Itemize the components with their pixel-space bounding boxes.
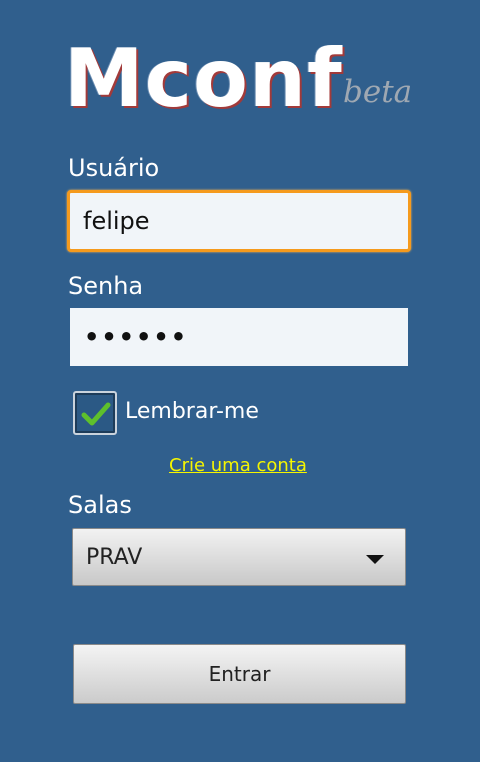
password-input[interactable]: •••••• [70, 308, 408, 366]
rooms-selected-value: PRAV [86, 544, 143, 570]
remember-me-checkbox[interactable] [73, 391, 117, 435]
rooms-label: Salas [68, 491, 132, 519]
logo-wordmark: Mconf [64, 32, 343, 125]
rooms-select[interactable]: PRAV [72, 528, 406, 586]
username-input[interactable]: felipe [67, 190, 411, 252]
dropdown-arrow-icon [366, 555, 384, 564]
password-label: Senha [68, 272, 144, 300]
remember-me-label: Lembrar-me [125, 399, 259, 424]
username-label: Usuário [68, 154, 160, 182]
username-value: felipe [83, 207, 150, 235]
checkmark-icon [81, 402, 111, 426]
password-mask: •••••• [84, 323, 189, 351]
enter-button[interactable]: Entrar [73, 644, 406, 704]
create-account-link[interactable]: Crie uma conta [169, 455, 307, 476]
logo-beta-tag: beta [343, 74, 413, 110]
